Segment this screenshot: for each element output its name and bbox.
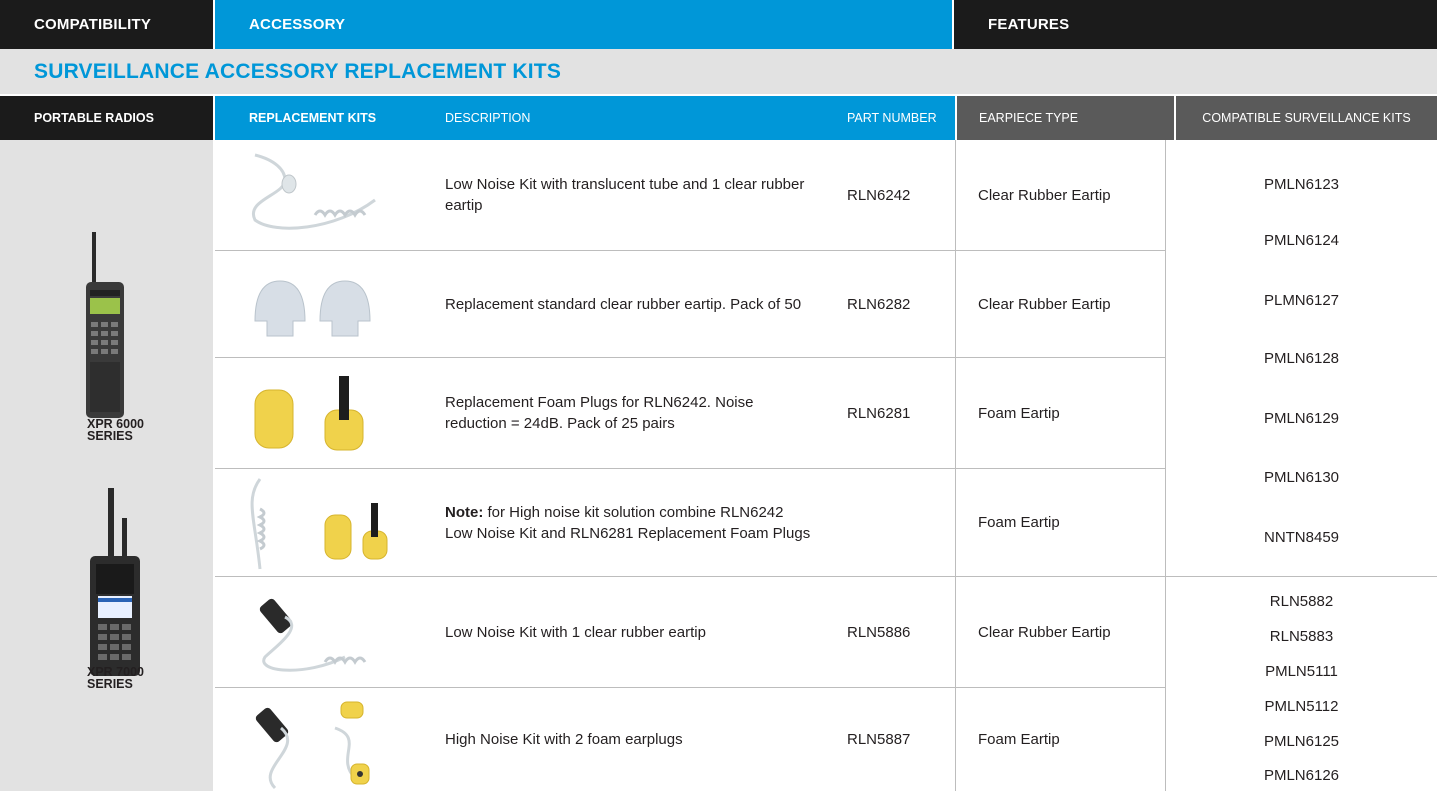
row-description: Note: for High noise kit solution combin…: [445, 503, 811, 542]
compatible-kit-item: PMLN6125: [1263, 733, 1340, 750]
compatible-kit-item: RLN5882: [1269, 593, 1334, 610]
compatible-kit-item: RLN5883: [1269, 628, 1334, 645]
translucent-tube-icon: [215, 140, 415, 250]
row-earpiece-type: Clear Rubber Eartip: [955, 251, 1165, 357]
coiled-tube-icon: [215, 577, 415, 687]
row-part-number: RLN5887: [847, 731, 911, 748]
xpr-6000-label: XPR 6000 SERIES: [87, 417, 144, 443]
column-header-portable-radios: PORTABLE RADIOS: [0, 96, 213, 140]
xpr-6000-radio-icon: [86, 232, 124, 418]
compatible-kit-item: PMLN6126: [1263, 767, 1340, 784]
row-earpiece-type: Foam Eartip: [955, 688, 1165, 791]
row-part-number: RLN6282: [847, 295, 911, 313]
row-earpiece-type: Foam Eartip: [955, 358, 1165, 468]
compatible-kit-item: PMLN6129: [1263, 410, 1340, 427]
row-description: High Noise Kit with 2 foam earplugs: [445, 731, 683, 748]
header-compatibility: COMPATIBILITY: [0, 0, 213, 49]
column-header-replacement-kits: REPLACEMENT KITS: [215, 96, 415, 140]
row-earpiece-type: Clear Rubber Eartip: [955, 140, 1165, 250]
table-row: Low Noise Kit with translucent tube and …: [215, 140, 1165, 251]
column-header-part-number: PART NUMBER: [826, 96, 955, 140]
xpr-7000-radio-icon: [90, 488, 140, 676]
section-title: SURVEILLANCE ACCESSORY REPLACEMENT KITS: [0, 49, 1437, 94]
rubber-eartips-icon: [215, 251, 415, 357]
column-divider: [213, 140, 215, 791]
compatible-kit-item: NNTN8459: [1263, 529, 1340, 546]
compatible-kit-item: PMLN6123: [1263, 176, 1340, 193]
compatible-kit-item: PMLN6130: [1263, 469, 1340, 486]
top-header-bar: COMPATIBILITY ACCESSORY FEATURES: [0, 0, 1437, 49]
table-row: Replacement Foam Plugs for RLN6242. Nois…: [215, 358, 1165, 469]
table-row: Note: for High noise kit solution combin…: [215, 469, 1165, 577]
foam-plugs-icon: [215, 358, 415, 468]
header-features: FEATURES: [954, 0, 1437, 49]
table-row: Low Noise Kit with 1 clear rubber eartip…: [215, 577, 1165, 688]
row-part-number: RLN6242: [847, 186, 911, 204]
column-header-earpiece-type: EARPIECE TYPE: [957, 96, 1174, 140]
compatible-kit-item: PMLN6124: [1263, 232, 1340, 249]
compatible-kit-item: PMLN5111: [1265, 663, 1338, 680]
portable-radios-panel: XPR 6000 SERIES XPR 7000 SERIES: [0, 140, 213, 791]
column-header-compatible-kits: COMPATIBLE SURVEILLANCE KITS: [1176, 96, 1437, 140]
coiled-tube-foam-icon: [215, 688, 415, 791]
row-description: Replacement Foam Plugs for RLN6242. Nois…: [445, 394, 754, 432]
row-description: Replacement standard clear rubber eartip…: [445, 295, 802, 313]
note-label: Note:: [445, 503, 484, 521]
compatible-kit-item: PMLN6128: [1263, 350, 1340, 367]
compatible-kits-group: RLN5882 RLN5883 PMLN5111 PMLN5112 PMLN61…: [1165, 577, 1437, 791]
column-header-description: DESCRIPTION: [415, 96, 826, 140]
row-part-number: RLN5886: [847, 623, 911, 641]
compatible-kit-item: PLMN6127: [1263, 292, 1340, 309]
table-column-headers: PORTABLE RADIOS REPLACEMENT KITS DESCRIP…: [0, 96, 1437, 140]
compatible-kits-group: PMLN6123 PMLN6124 PLMN6127 PMLN6128 PMLN…: [1165, 140, 1437, 577]
table-row: High Noise Kit with 2 foam earplugs RLN5…: [215, 688, 1165, 791]
row-part-number: RLN6281: [847, 404, 911, 422]
compatible-kit-item: PMLN5112: [1264, 698, 1339, 715]
row-description: Low Noise Kit with 1 clear rubber eartip: [445, 623, 706, 641]
tube-and-foam-icon: [215, 469, 415, 576]
xpr-7000-label: XPR 7000 SERIES: [87, 665, 144, 691]
row-earpiece-type: Clear Rubber Eartip: [955, 577, 1165, 687]
row-description: Low Noise Kit with translucent tube and …: [445, 176, 805, 214]
header-accessory: ACCESSORY: [215, 0, 952, 49]
row-earpiece-type: Foam Eartip: [955, 469, 1165, 576]
table-row: Replacement standard clear rubber eartip…: [215, 251, 1165, 358]
